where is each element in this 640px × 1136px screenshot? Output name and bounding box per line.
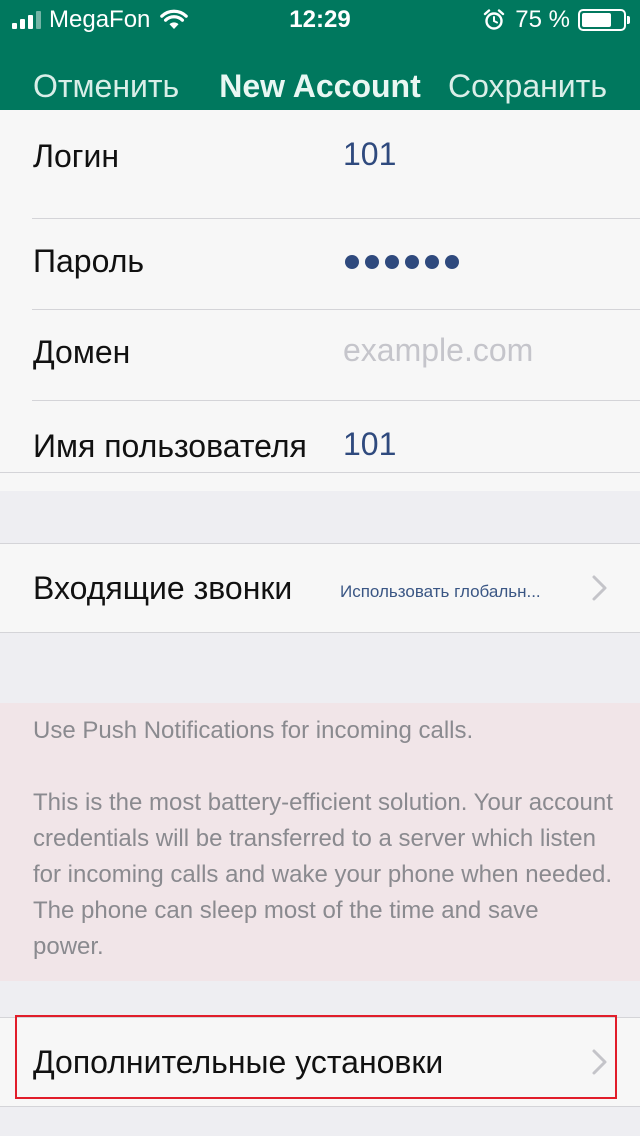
username-label: Имя пользователя [33, 428, 307, 464]
advanced-settings-group: Дополнительные установки [0, 1017, 640, 1107]
login-field[interactable]: 101 [343, 136, 396, 173]
password-dot [365, 255, 379, 269]
battery-icon [578, 9, 630, 31]
password-dot [445, 255, 459, 269]
username-row[interactable]: Имя пользователя 101 [0, 401, 640, 491]
advanced-settings-row[interactable]: Дополнительные установки [0, 1018, 640, 1106]
incoming-calls-value: Использовать глобальн... [340, 582, 541, 601]
password-dot [385, 255, 399, 269]
password-row[interactable]: Пароль [0, 219, 640, 310]
push-info-description: This is the most battery-efficient solut… [33, 789, 613, 960]
battery-percent: 75 % [515, 6, 570, 33]
save-button[interactable]: Сохранить [448, 68, 607, 105]
incoming-calls-row[interactable]: Входящие звонки Использовать глобальн... [0, 544, 640, 632]
incoming-calls-label: Входящие звонки [33, 570, 293, 606]
password-dot [425, 255, 439, 269]
incoming-calls-group: Входящие звонки Использовать глобальн... [0, 543, 640, 633]
domain-field[interactable]: example.com [343, 332, 533, 369]
battery-fill [582, 13, 611, 27]
chevron-right-icon [592, 575, 607, 601]
push-info-title: Use Push Notifications for incoming call… [33, 717, 474, 744]
chevron-right-icon [592, 1049, 607, 1075]
login-row[interactable]: Логин 101 [0, 110, 640, 219]
advanced-settings-label: Дополнительные установки [33, 1044, 444, 1080]
account-fields-group: Логин 101 Пароль Домен example.com Имя п… [0, 110, 640, 491]
password-dot [345, 255, 359, 269]
login-label: Логин [33, 138, 120, 174]
push-notifications-info: Use Push Notifications for incoming call… [0, 703, 640, 981]
alarm-icon [484, 9, 505, 30]
status-right: 75 % [483, 6, 630, 34]
domain-label: Домен [33, 334, 131, 370]
password-label: Пароль [33, 243, 145, 279]
status-bar: MegaFon 12:29 75 % [0, 0, 640, 40]
username-field[interactable]: 101 [343, 426, 396, 463]
top-bar: MegaFon 12:29 75 % Отменить New Account … [0, 0, 640, 128]
password-field[interactable] [345, 255, 459, 269]
password-dot [405, 255, 419, 269]
domain-row[interactable]: Домен example.com [0, 310, 640, 401]
